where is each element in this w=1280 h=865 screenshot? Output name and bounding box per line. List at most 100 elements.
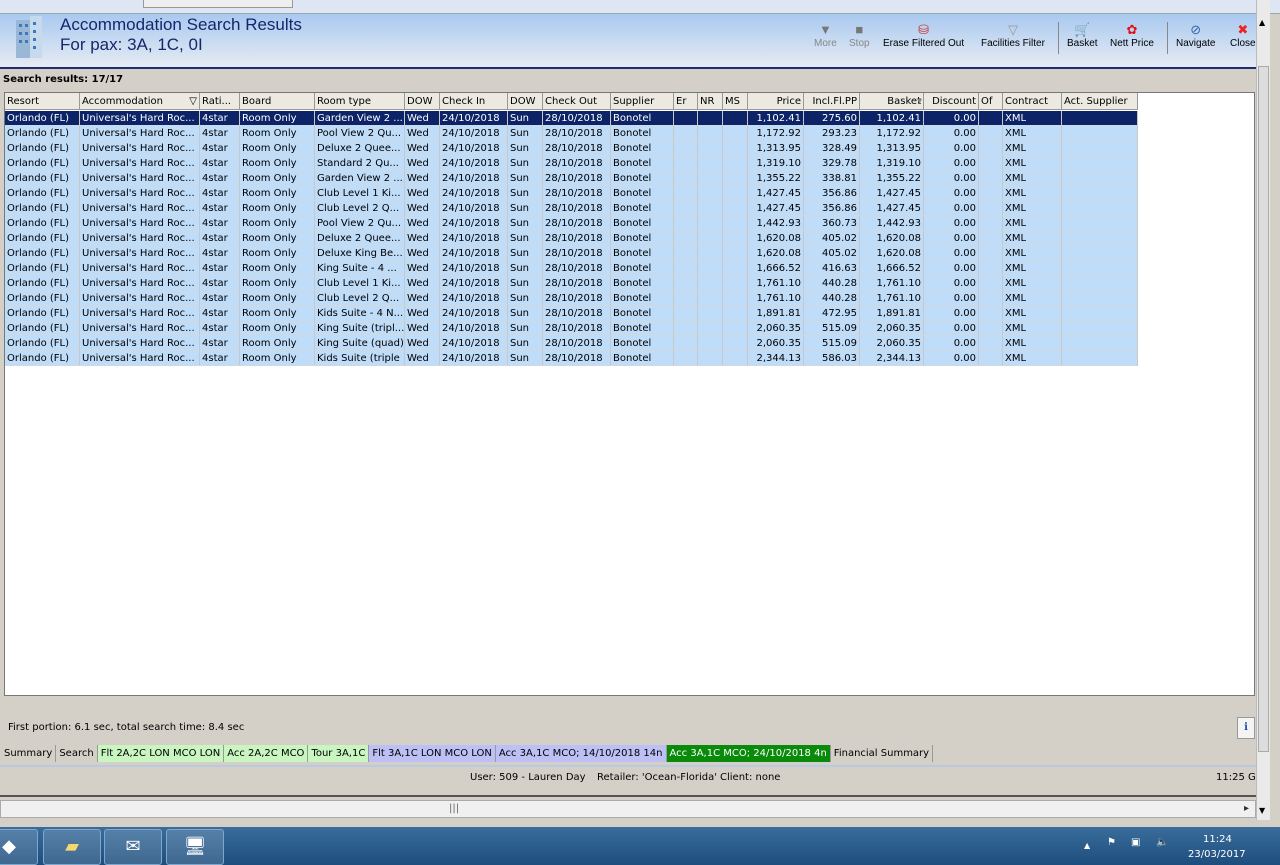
table-cell	[979, 186, 1003, 201]
table-cell: Sun	[508, 336, 543, 351]
column-header[interactable]: NR	[698, 93, 723, 110]
table-cell: 4star	[200, 306, 240, 321]
column-header[interactable]: Board	[240, 93, 315, 110]
column-header[interactable]: Price	[748, 93, 804, 110]
taskbar-explorer[interactable]: ▰	[43, 829, 101, 865]
table-cell: Bonotel	[611, 351, 674, 366]
table-cell	[698, 321, 723, 336]
taskbar-outlook[interactable]: ✉	[104, 829, 162, 865]
column-header[interactable]: Room type	[315, 93, 405, 110]
table-cell: 405.02	[804, 246, 860, 261]
column-header[interactable]: Of	[979, 93, 1003, 110]
scroll-down-icon[interactable]: ▼	[1259, 806, 1265, 815]
doc-tab[interactable]: Flt 3A,1C LON MCO LON	[369, 745, 496, 762]
table-cell: XML	[1003, 201, 1062, 216]
flag-icon[interactable]: ⚑	[1107, 837, 1116, 848]
scroll-thumb[interactable]	[1258, 66, 1269, 752]
column-header[interactable]: Rati...	[200, 93, 240, 110]
table-cell: Wed	[405, 141, 440, 156]
column-header[interactable]: Accommodation ▽	[80, 93, 200, 110]
horizontal-scrollbar[interactable]: ||| ▸	[0, 800, 1256, 818]
taskbar-remote-desktop[interactable]: 🖥	[166, 829, 224, 865]
table-cell: Universal's Hard Roc...	[80, 261, 200, 276]
column-header[interactable]: Er	[674, 93, 698, 110]
nett-label: Nett Price	[1110, 38, 1154, 49]
table-cell: Bonotel	[611, 291, 674, 306]
table-cell: 0.00	[924, 351, 979, 366]
table-cell: Pool View 2 Qu...	[315, 216, 405, 231]
clock-time[interactable]: 11:24	[1203, 834, 1232, 845]
basket-button[interactable]: 🛒 Basket	[1067, 22, 1098, 49]
table-cell: Universal's Hard Roc...	[80, 291, 200, 306]
info-button[interactable]: i	[1237, 717, 1255, 739]
table-cell: 1,102.41	[748, 111, 804, 126]
column-header[interactable]: Act. Supplier	[1062, 93, 1138, 110]
doc-tab[interactable]: Tour 3A,1C	[308, 745, 370, 762]
table-cell: Sun	[508, 276, 543, 291]
column-header[interactable]: Incl.Fl.PP	[804, 93, 860, 110]
table-cell	[979, 351, 1003, 366]
table-cell: Sun	[508, 171, 543, 186]
table-cell: 4star	[200, 276, 240, 291]
column-header[interactable]: DOW	[405, 93, 440, 110]
stop-button[interactable]: ■ Stop	[849, 22, 870, 49]
vertical-scrollbar[interactable]: ▲ ▼	[1256, 0, 1270, 820]
table-cell: Room Only	[240, 111, 315, 126]
table-cell: 1,761.10	[748, 276, 804, 291]
table-cell: Orlando (FL)	[5, 246, 80, 261]
column-header[interactable]: DOW	[508, 93, 543, 110]
search-results-count: Search results: 17/17	[3, 74, 124, 85]
table-cell: 338.81	[804, 171, 860, 186]
facilities-filter-button[interactable]: ▽ Facilities Filter	[981, 22, 1045, 49]
table-cell	[979, 306, 1003, 321]
network-icon[interactable]: ▣	[1131, 837, 1140, 848]
navigate-button[interactable]: ⊘ Navigate	[1176, 22, 1215, 49]
scroll-up-icon[interactable]: ▲	[1259, 18, 1265, 27]
column-header[interactable]: Contract	[1003, 93, 1062, 110]
doc-tab[interactable]: Acc 3A,1C MCO; 14/10/2018 14n	[495, 745, 667, 762]
window-tab[interactable]	[143, 0, 293, 8]
column-header[interactable]: Resort	[5, 93, 80, 110]
table-cell: Wed	[405, 216, 440, 231]
scroll-right-icon[interactable]: ▸	[1244, 803, 1249, 814]
clock-date[interactable]: 23/03/2017	[1188, 849, 1246, 860]
table-cell: Standard 2 Qu...	[315, 156, 405, 171]
column-header[interactable]: Discount	[924, 93, 979, 110]
table-cell: Room Only	[240, 201, 315, 216]
column-header[interactable]: Basket ▾	[860, 93, 924, 110]
table-cell: 2,344.13	[860, 351, 924, 366]
table-cell: Bonotel	[611, 231, 674, 246]
doc-tab[interactable]: Flt 2A,2C LON MCO LON	[97, 745, 225, 762]
nett-price-button[interactable]: ✿ Nett Price	[1110, 22, 1154, 49]
erase-filtered-out-button[interactable]: ⛁ Erase Filtered Out	[883, 22, 964, 49]
doc-tab[interactable]: Acc 2A,2C MCO	[224, 745, 309, 762]
table-cell: Sun	[508, 186, 543, 201]
table-cell: 24/10/2018	[440, 111, 508, 126]
column-header[interactable]: Check Out	[543, 93, 611, 110]
status-time: 11:25 G	[1216, 772, 1256, 783]
table-cell: Sun	[508, 261, 543, 276]
table-cell: 1,620.08	[748, 246, 804, 261]
column-header[interactable]: MS	[723, 93, 748, 110]
table-cell: 24/10/2018	[440, 156, 508, 171]
close-button[interactable]: ✖ Close	[1230, 22, 1256, 49]
doc-tab[interactable]: Search	[56, 745, 98, 762]
doc-tab[interactable]: Financial Summary	[830, 745, 934, 762]
doc-tab[interactable]: Summary	[1, 745, 57, 762]
start-button[interactable]: ◆	[0, 829, 38, 865]
tray-expand-icon[interactable]: ▲	[1084, 841, 1090, 850]
table-cell: 2,060.35	[860, 336, 924, 351]
more-button[interactable]: ▼ More	[814, 22, 837, 49]
table-cell: 293.23	[804, 126, 860, 141]
table-cell: Wed	[405, 231, 440, 246]
table-cell: Sun	[508, 246, 543, 261]
table-cell: Orlando (FL)	[5, 111, 80, 126]
table-cell: 1,172.92	[860, 126, 924, 141]
column-header[interactable]: Check In	[440, 93, 508, 110]
doc-tab[interactable]: Acc 3A,1C MCO; 24/10/2018 4n	[666, 745, 831, 762]
column-header[interactable]: Supplier	[611, 93, 674, 110]
table-cell: 0.00	[924, 156, 979, 171]
volume-icon[interactable]: 🔈	[1156, 837, 1168, 848]
table-cell: Universal's Hard Roc...	[80, 336, 200, 351]
filter-icon[interactable]: ▽	[189, 93, 197, 109]
